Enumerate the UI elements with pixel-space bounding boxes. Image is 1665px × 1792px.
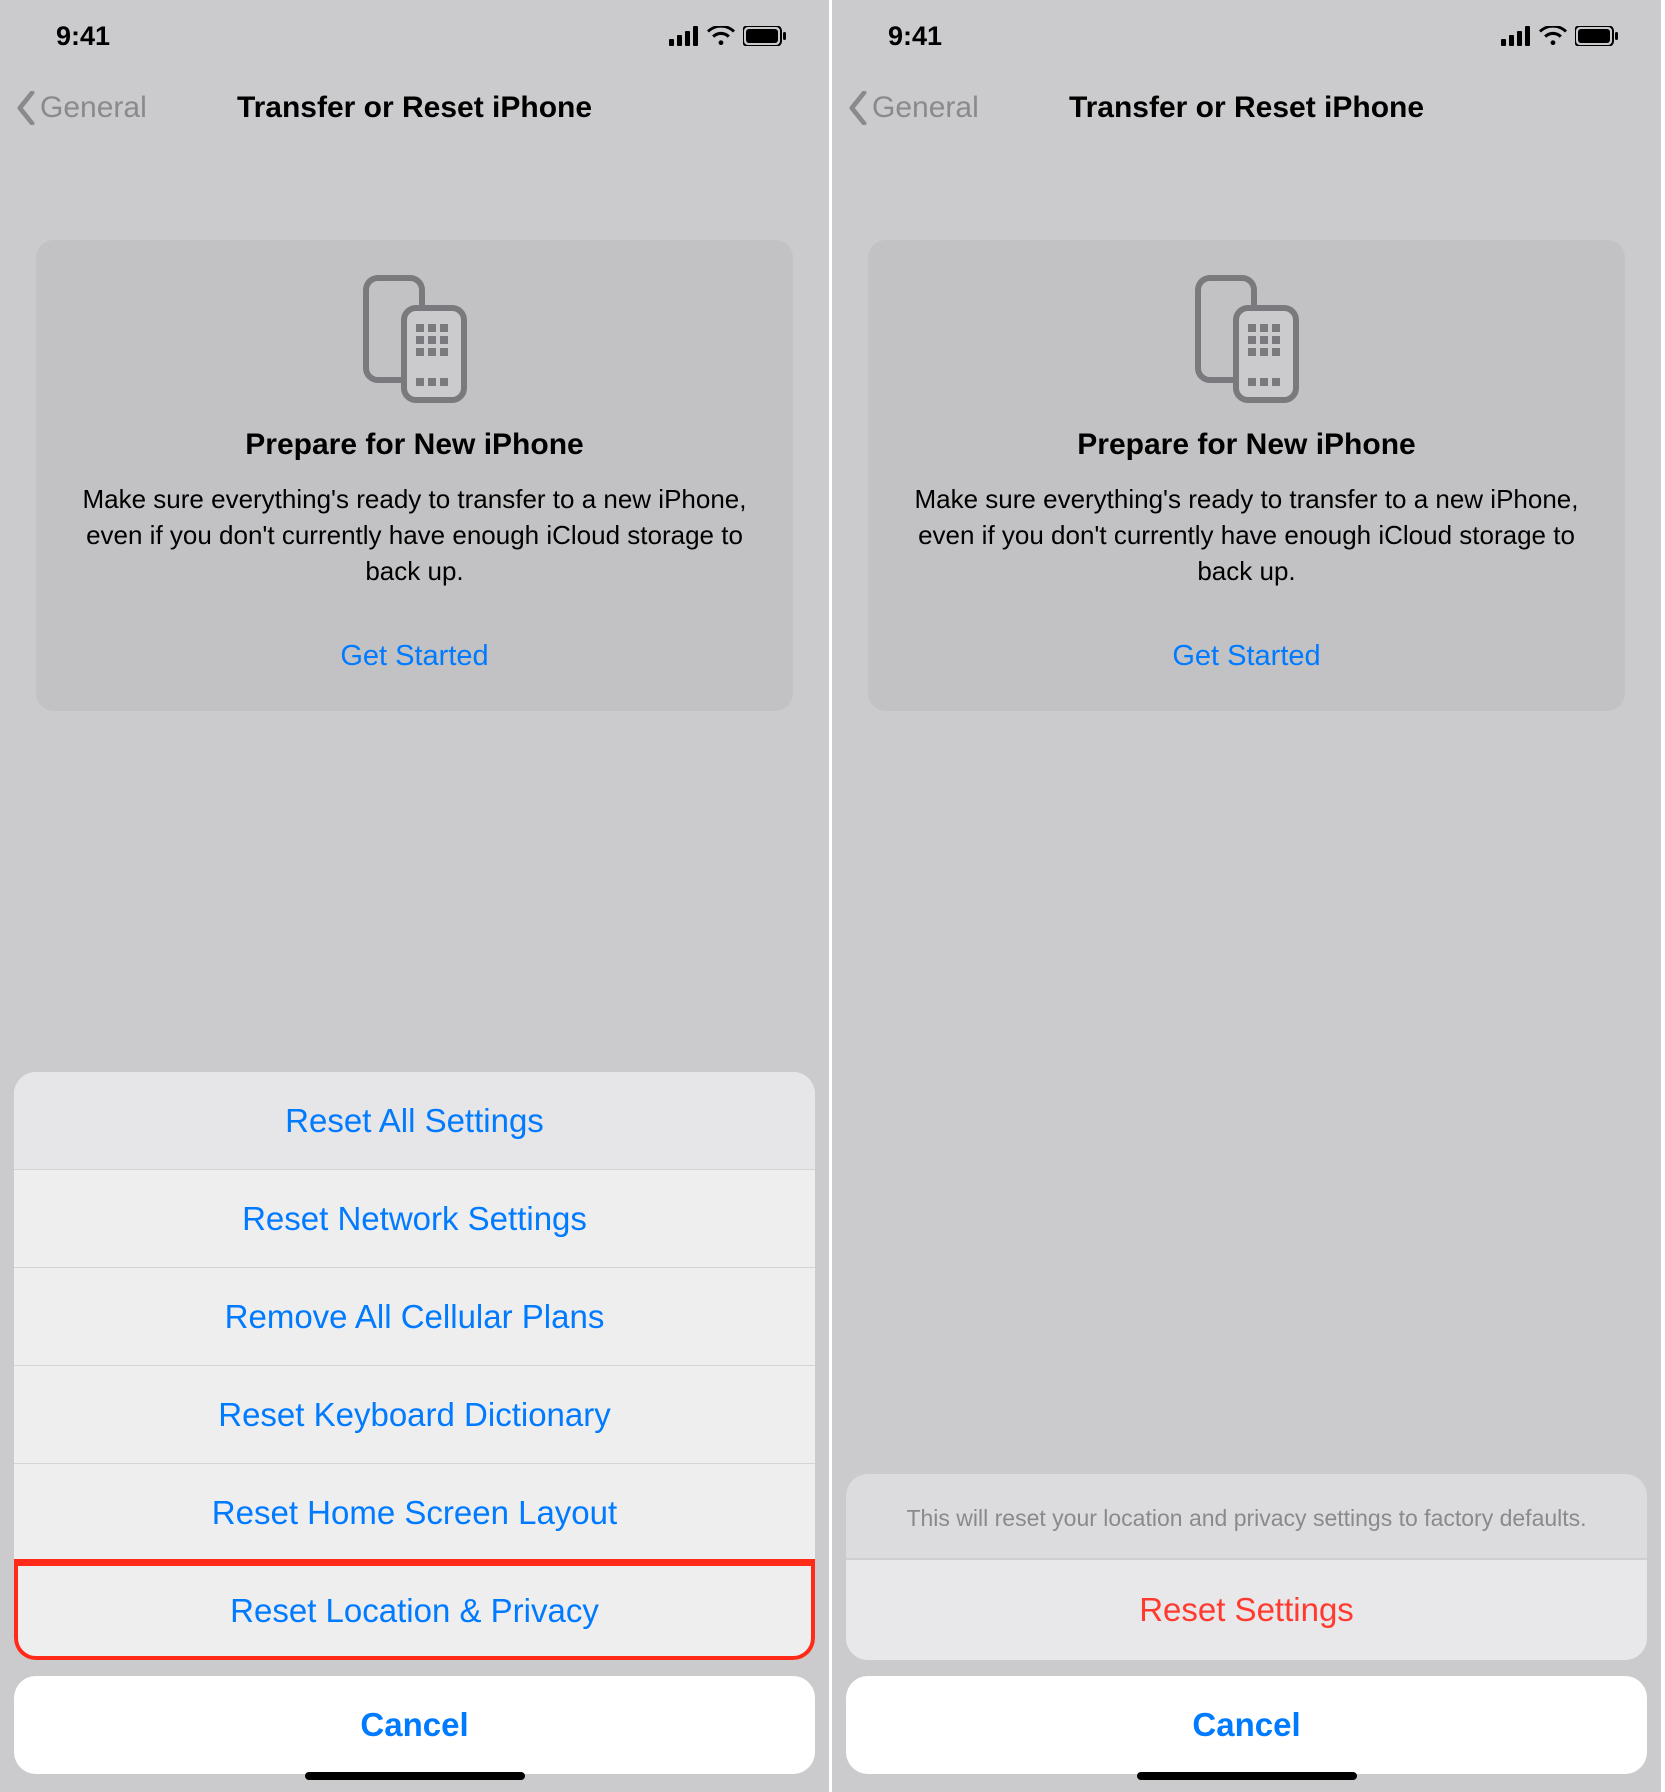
cancel-button[interactable]: Cancel	[846, 1676, 1647, 1774]
card-description: Make sure everything's ready to transfer…	[60, 482, 769, 590]
card-description: Make sure everything's ready to transfer…	[892, 482, 1601, 590]
status-time: 9:41	[56, 21, 110, 52]
card-title: Prepare for New iPhone	[60, 428, 769, 462]
remove-cellular-plans-option[interactable]: Remove All Cellular Plans	[14, 1268, 815, 1366]
status-bar: 9:41	[0, 0, 829, 72]
transfer-phones-icon	[60, 274, 769, 404]
home-indicator[interactable]	[305, 1772, 525, 1780]
home-indicator[interactable]	[1137, 1772, 1357, 1780]
reset-settings-button[interactable]: Reset Settings	[846, 1560, 1647, 1660]
battery-icon	[1575, 26, 1619, 46]
confirm-action-sheet: This will reset your location and privac…	[846, 1474, 1647, 1774]
battery-icon	[743, 26, 787, 46]
reset-all-settings-option[interactable]: Reset All Settings	[14, 1072, 815, 1170]
cellular-icon	[669, 26, 699, 46]
reset-keyboard-dictionary-option[interactable]: Reset Keyboard Dictionary	[14, 1366, 815, 1464]
cancel-button[interactable]: Cancel	[14, 1676, 815, 1774]
reset-home-screen-option[interactable]: Reset Home Screen Layout	[14, 1464, 815, 1562]
screen-left: 9:41 General Transfer or Reset iPhone	[0, 0, 832, 1792]
confirm-message: This will reset your location and privac…	[846, 1474, 1647, 1560]
screen-right: 9:41 General Transfer or Reset iPhone	[832, 0, 1664, 1792]
reset-location-privacy-option[interactable]: Reset Location & Privacy	[14, 1562, 815, 1660]
card-title: Prepare for New iPhone	[892, 428, 1601, 462]
confirm-group: This will reset your location and privac…	[846, 1474, 1647, 1660]
chevron-left-icon	[16, 91, 36, 125]
status-indicators	[669, 26, 787, 46]
prepare-card: Prepare for New iPhone Make sure everyth…	[868, 240, 1625, 711]
reset-options-group: Reset All Settings Reset Network Setting…	[14, 1072, 815, 1660]
get-started-button[interactable]: Get Started	[60, 640, 769, 673]
prepare-card: Prepare for New iPhone Make sure everyth…	[36, 240, 793, 711]
back-label: General	[40, 91, 147, 125]
status-indicators	[1501, 26, 1619, 46]
nav-bar: General Transfer or Reset iPhone	[0, 72, 829, 144]
reset-network-settings-option[interactable]: Reset Network Settings	[14, 1170, 815, 1268]
wifi-icon	[707, 26, 735, 46]
get-started-button[interactable]: Get Started	[892, 640, 1601, 673]
status-bar: 9:41	[832, 0, 1661, 72]
transfer-phones-icon	[892, 274, 1601, 404]
cellular-icon	[1501, 26, 1531, 46]
back-label: General	[872, 91, 979, 125]
status-time: 9:41	[888, 21, 942, 52]
wifi-icon	[1539, 26, 1567, 46]
chevron-left-icon	[848, 91, 868, 125]
reset-action-sheet: Reset All Settings Reset Network Setting…	[14, 1072, 815, 1774]
nav-bar: General Transfer or Reset iPhone	[832, 72, 1661, 144]
back-button[interactable]: General	[848, 91, 979, 125]
back-button[interactable]: General	[16, 91, 147, 125]
